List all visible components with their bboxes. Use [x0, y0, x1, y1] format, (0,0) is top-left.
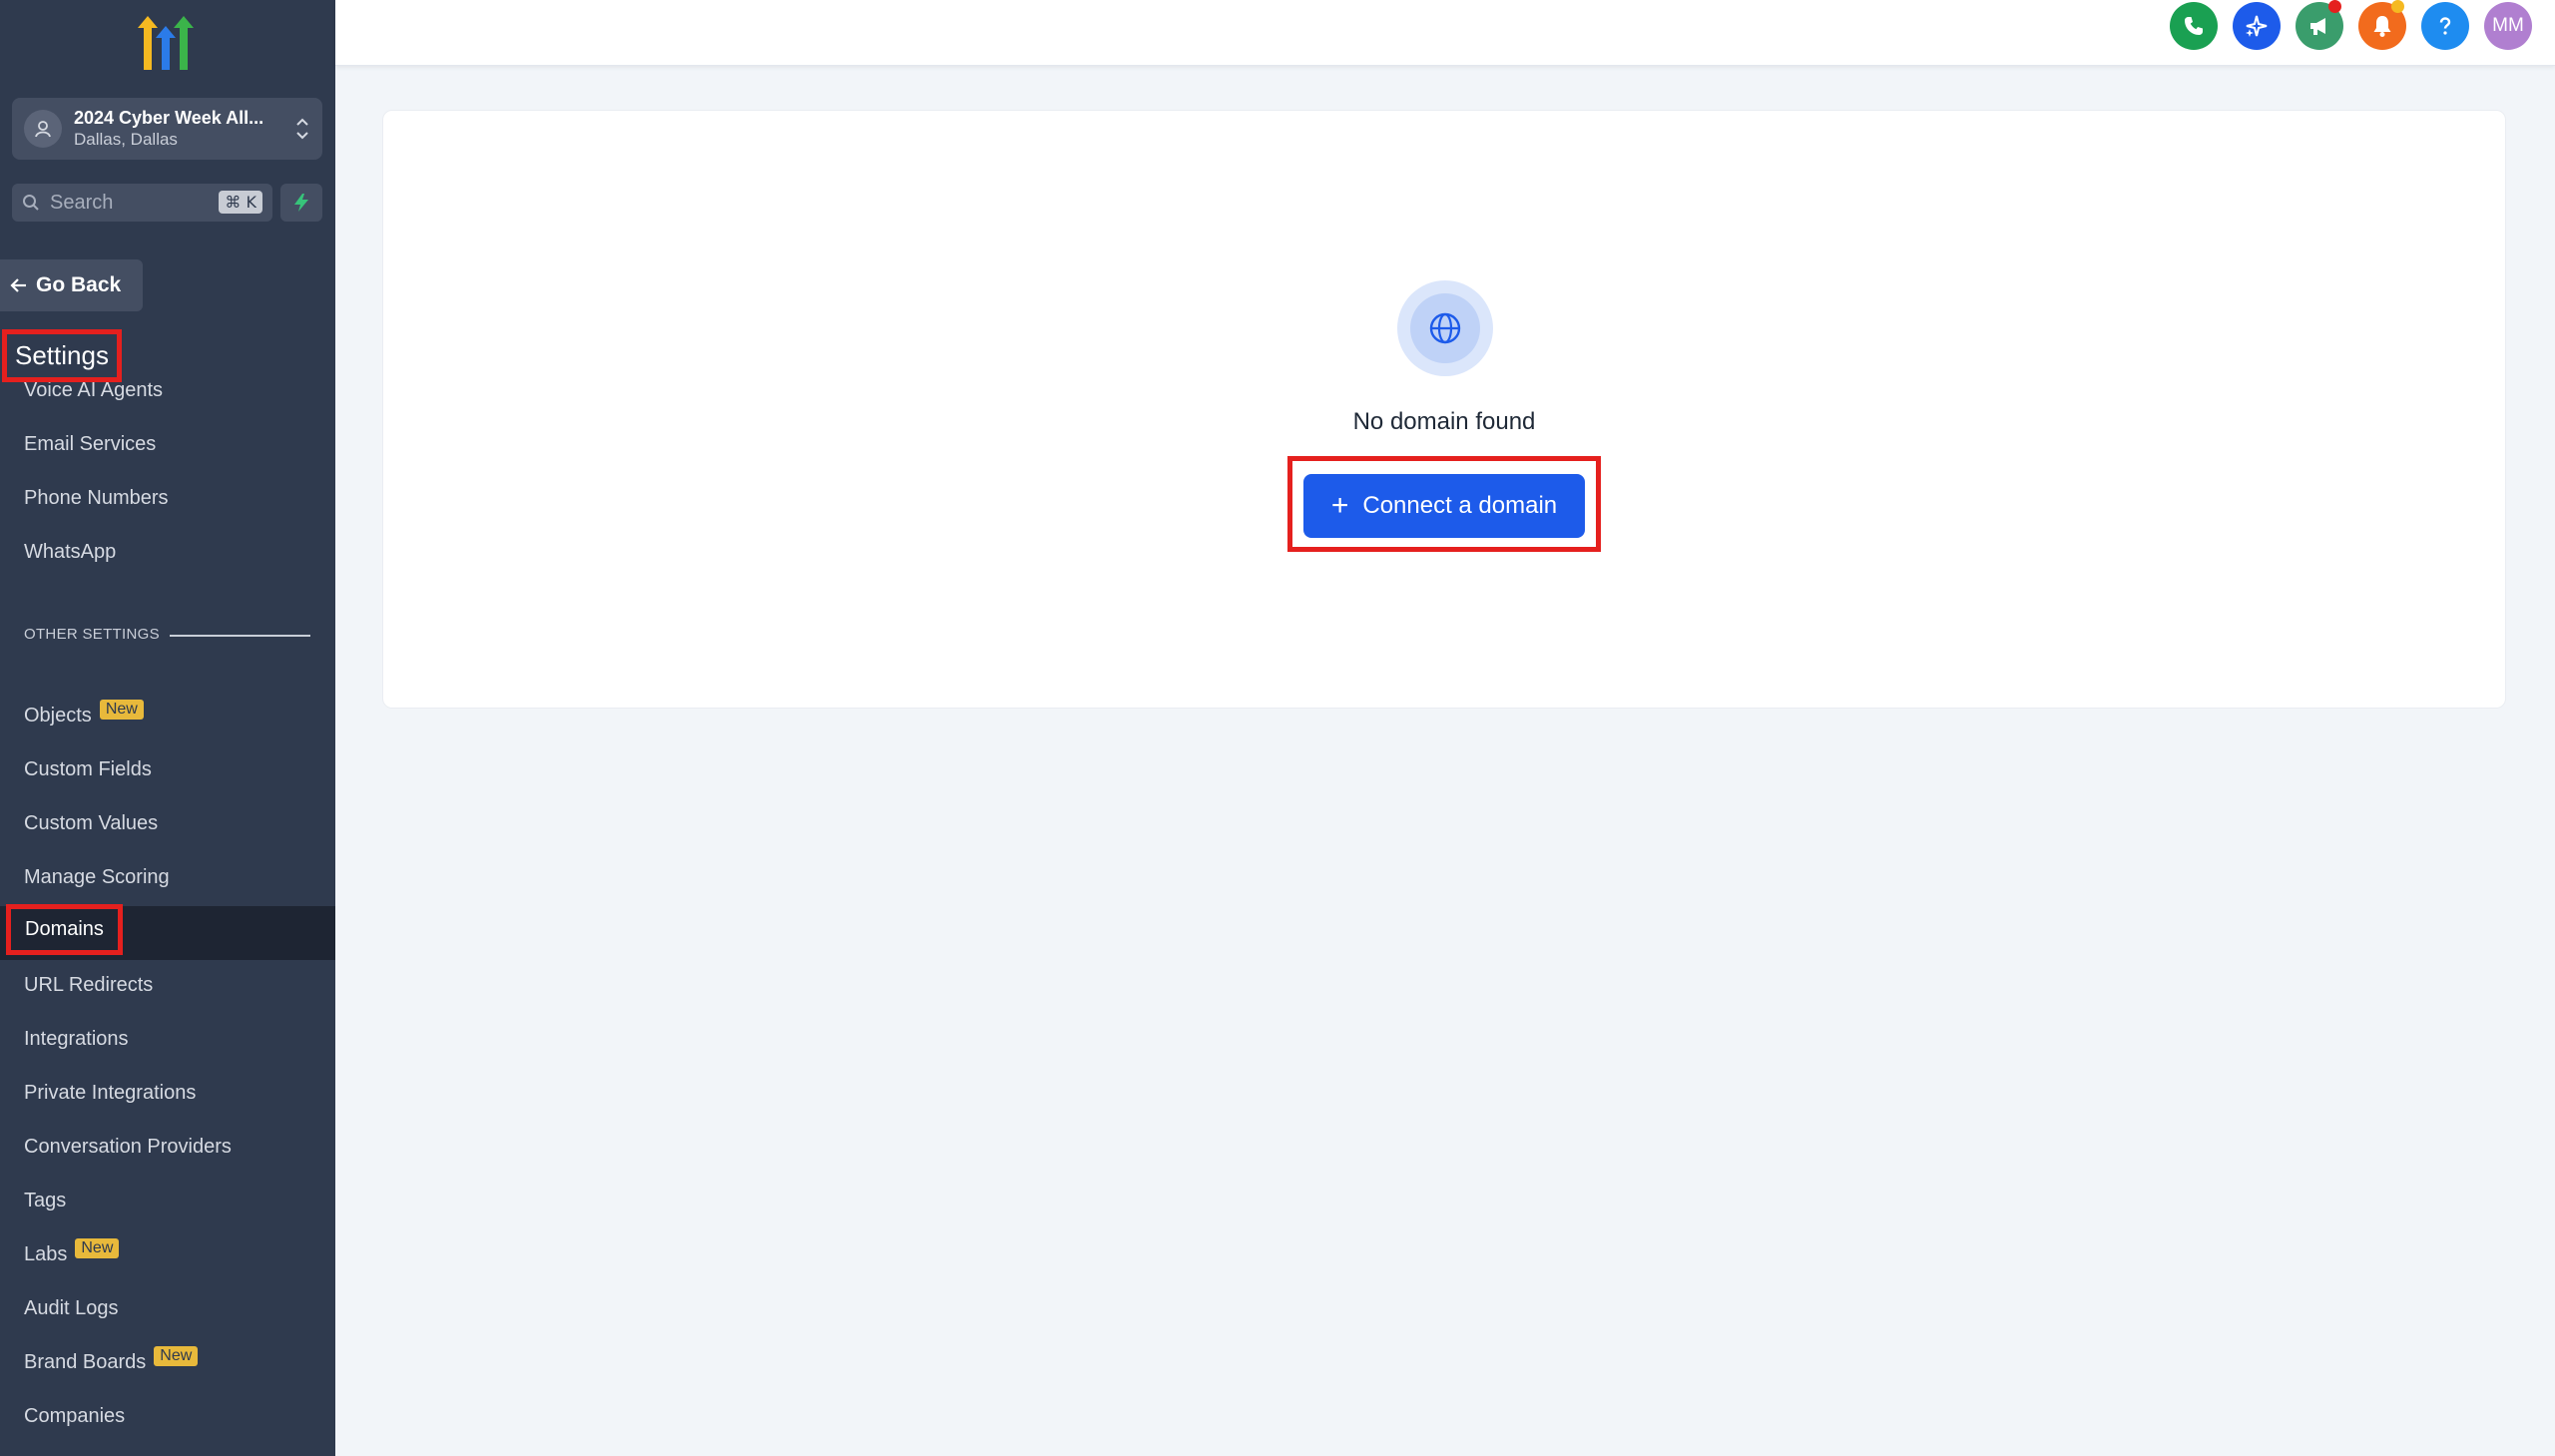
globe-icon-badge [1397, 280, 1493, 376]
phone-button[interactable] [2170, 2, 2218, 50]
arrow-left-icon [10, 278, 26, 292]
domains-empty-state-card: No domain found + Connect a domain [382, 110, 2506, 709]
help-button[interactable] [2421, 2, 2469, 50]
plus-icon: + [1330, 489, 1349, 522]
go-back-label: Go Back [36, 273, 122, 296]
go-back-button[interactable]: Go Back [0, 259, 143, 311]
notifications-button[interactable] [2358, 0, 2406, 50]
chevron-updown-icon [296, 118, 308, 140]
new-badge: New [99, 699, 144, 720]
lightning-icon [294, 194, 308, 212]
globe-icon [1429, 312, 1461, 344]
ai-sparkle-icon [2246, 15, 2268, 37]
sidebar-item-voice-ai-agents[interactable]: Voice AI Agents [24, 379, 163, 402]
account-location: Dallas, Dallas [74, 129, 178, 149]
sidebar-item-integrations[interactable]: Integrations [24, 1028, 129, 1051]
sidebar-item-manage-scoring[interactable]: Manage Scoring [24, 866, 170, 889]
avatar-initials: MM [2492, 15, 2524, 36]
sidebar-item-whatsapp[interactable]: WhatsApp [24, 541, 116, 564]
search-shortcut-badge: ⌘ K [219, 191, 262, 214]
sidebar-item-companies[interactable]: Companies [24, 1405, 125, 1428]
sidebar-item-custom-values[interactable]: Custom Values [24, 812, 158, 835]
sidebar-item-email-services[interactable]: Email Services [24, 433, 156, 456]
sidebar-item-tags[interactable]: Tags [24, 1190, 66, 1213]
account-name: 2024 Cyber Week All... [74, 108, 264, 128]
user-avatar[interactable]: MM [2484, 2, 2532, 50]
quick-action-button[interactable] [280, 184, 322, 222]
top-bar: MM [335, 0, 2555, 66]
notification-dot [2391, 0, 2404, 13]
search-placeholder: Search [50, 191, 114, 214]
sidebar-item-domains[interactable]: Domains [6, 904, 123, 955]
notification-dot [2328, 0, 2341, 13]
announcements-button[interactable] [2296, 0, 2343, 50]
sidebar-item-private-integrations[interactable]: Private Integrations [24, 1082, 196, 1105]
sidebar-item-brand-boards[interactable]: Brand Boards New [24, 1345, 199, 1374]
section-label-other-settings: OTHER SETTINGS [24, 626, 160, 643]
bell-icon [2373, 16, 2391, 37]
sidebar-item-conversation-providers[interactable]: Conversation Providers [24, 1136, 232, 1159]
new-badge: New [154, 1345, 199, 1366]
ai-assistant-button[interactable] [2233, 2, 2281, 50]
sidebar-item-phone-numbers[interactable]: Phone Numbers [24, 487, 169, 510]
sidebar-item-label: Brand Boards [24, 1351, 147, 1373]
phone-icon [2185, 17, 2203, 35]
connect-domain-button[interactable]: + Connect a domain [1303, 474, 1585, 538]
sidebar: 2024 Cyber Week All... Dallas, Dallas Se… [0, 0, 335, 1456]
sidebar-item-url-redirects[interactable]: URL Redirects [24, 974, 153, 997]
sidebar-item-label: Objects [24, 705, 92, 727]
logo-icon [138, 16, 194, 70]
megaphone-icon [2310, 18, 2325, 35]
new-badge: New [75, 1237, 120, 1258]
sidebar-item-objects[interactable]: Objects New [24, 699, 144, 728]
sidebar-item-audit-logs[interactable]: Audit Logs [24, 1297, 119, 1320]
help-icon [2439, 17, 2451, 35]
account-switcher[interactable]: 2024 Cyber Week All... Dallas, Dallas [12, 98, 322, 160]
sidebar-item-custom-fields[interactable]: Custom Fields [24, 758, 152, 781]
search-input[interactable]: Search ⌘ K [12, 184, 272, 222]
sidebar-item-label: Labs [24, 1243, 68, 1265]
empty-state-title: No domain found [1352, 408, 1536, 435]
connect-domain-label: Connect a domain [1362, 492, 1558, 519]
search-icon [23, 195, 39, 211]
section-divider [170, 635, 310, 637]
sidebar-item-labs[interactable]: Labs New [24, 1237, 120, 1266]
location-icon [24, 110, 62, 148]
settings-heading: Settings [2, 329, 122, 382]
